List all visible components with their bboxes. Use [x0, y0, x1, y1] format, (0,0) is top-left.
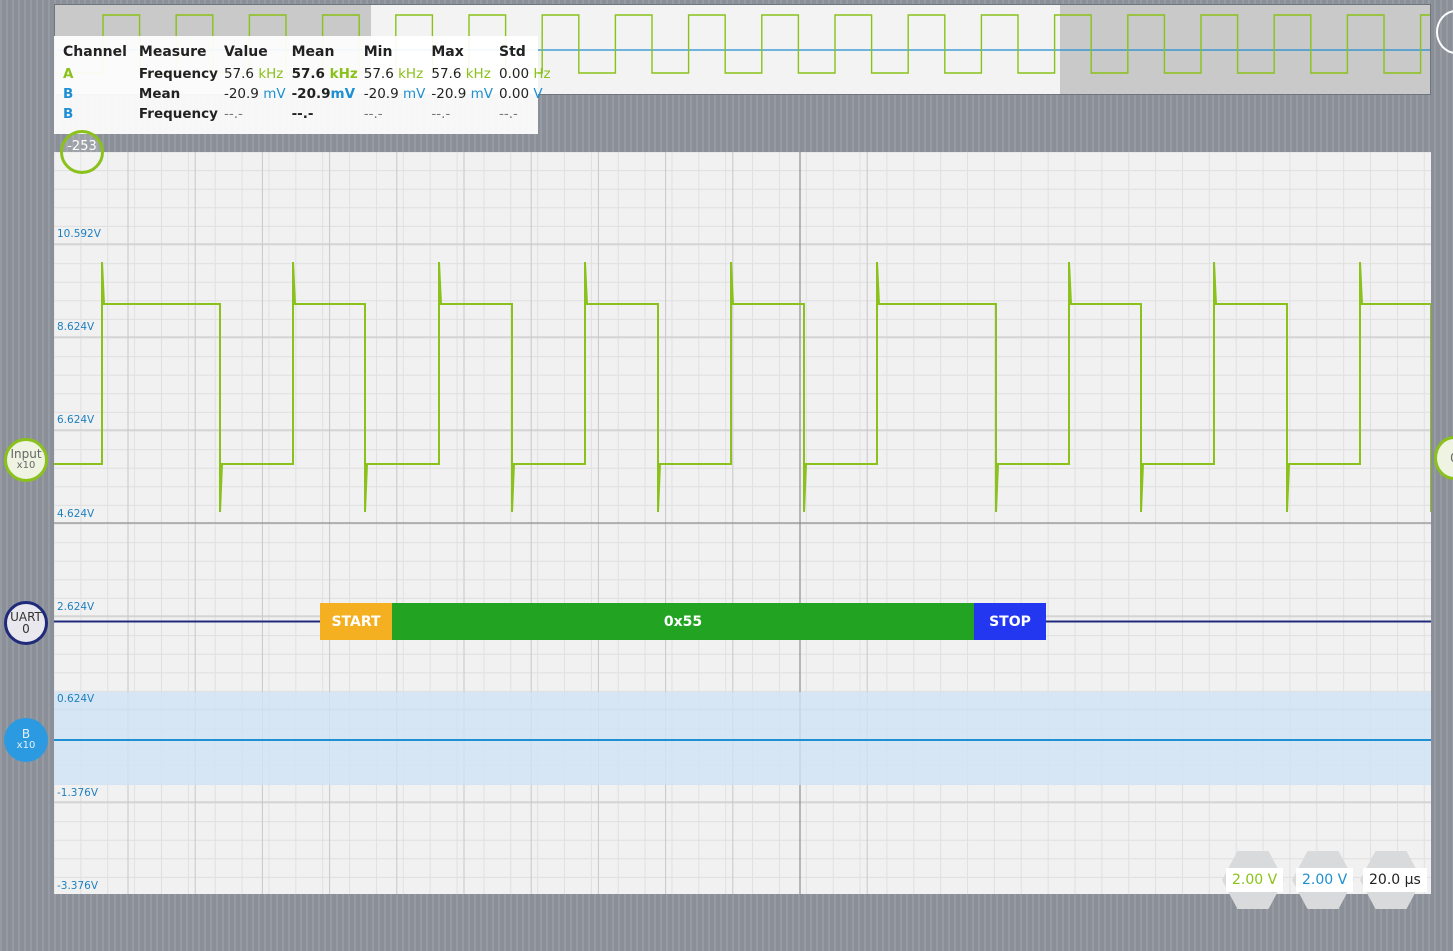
- channel-cell: B: [63, 86, 74, 102]
- voltage-label: 2.624V: [57, 601, 95, 613]
- measure-cell: Frequency: [138, 66, 218, 82]
- voltage-label: 4.624V: [57, 508, 95, 520]
- channel-a-marker[interactable]: Input x10: [4, 438, 48, 482]
- value-cell: --.-: [223, 106, 243, 122]
- voltage-label: 6.624V: [57, 414, 95, 426]
- channel-b-volts-per-div[interactable]: 2.00 V: [1296, 868, 1354, 892]
- uart-stop-segment[interactable]: STOP: [974, 603, 1046, 640]
- voltage-label: -3.376V: [57, 880, 99, 892]
- min-cell: 57.6 kHz: [363, 66, 424, 82]
- scope-plot-area[interactable]: [54, 152, 1431, 894]
- value-cell: -20.9 mV: [223, 86, 286, 102]
- min-cell: -20.9 mV: [363, 86, 426, 102]
- table-row[interactable]: B Mean -20.9 mV -20.9mV -20.9 mV -20.9 m…: [63, 84, 557, 104]
- channel-a-probe-scale: x10: [16, 460, 36, 471]
- col-header: Value: [223, 44, 268, 60]
- timebase-per-div[interactable]: 20.0 µs: [1363, 868, 1427, 892]
- channel-cell: A: [63, 66, 74, 82]
- trigger-position-marker[interactable]: -253: [60, 130, 104, 174]
- channel-a-label: Input: [10, 447, 42, 461]
- measure-cell: Mean: [138, 86, 181, 102]
- mean-cell: --.-: [291, 106, 314, 122]
- channel-cell: B: [63, 106, 74, 122]
- value-cell: 57.6 kHz: [223, 66, 284, 82]
- col-header: Max: [431, 44, 464, 60]
- voltage-label: 0.624V: [57, 693, 95, 705]
- max-cell: 57.6 kHz: [431, 66, 491, 82]
- col-header: Min: [363, 44, 393, 60]
- measurements-panel[interactable]: Channel Measure Value Mean Min Max Std A…: [54, 36, 551, 134]
- col-header: Std: [498, 44, 526, 60]
- voltage-label: 10.592V: [57, 228, 101, 240]
- std-cell: 0.00 Hz: [498, 66, 551, 82]
- col-header: Measure: [138, 44, 207, 60]
- uart-data-segment[interactable]: 0x55: [392, 603, 974, 640]
- mean-cell: -20.9mV: [291, 86, 356, 102]
- table-row[interactable]: B Frequency --.- --.- --.- --.- --.-: [63, 104, 557, 124]
- max-cell: -20.9 mV: [431, 86, 493, 102]
- uart-channel-label: UART 0: [10, 610, 42, 636]
- col-header: Mean: [291, 44, 335, 60]
- max-cell: --.-: [431, 106, 451, 122]
- uart-start-segment[interactable]: START: [320, 603, 392, 640]
- channel-b-label: B: [21, 727, 31, 741]
- voltage-label: 8.624V: [57, 321, 95, 333]
- measure-cell: Frequency: [138, 106, 218, 122]
- channel-b-range-band: [54, 692, 1431, 785]
- voltage-label: -1.376V: [57, 787, 99, 799]
- uart-channel-marker[interactable]: UART 0: [4, 601, 48, 645]
- min-cell: --.-: [363, 106, 383, 122]
- measurements-table: Channel Measure Value Mean Min Max Std A…: [63, 44, 557, 124]
- table-row[interactable]: A Frequency 57.6 kHz 57.6 kHz 57.6 kHz 5…: [63, 64, 557, 84]
- scope-grid: [54, 152, 1431, 894]
- col-header: Channel: [63, 44, 127, 60]
- trigger-offset-text: -253: [67, 139, 97, 154]
- channel-a-trace: [54, 261, 1431, 513]
- std-cell: --.-: [498, 106, 518, 122]
- channel-b-marker[interactable]: B x10: [4, 718, 48, 762]
- mean-cell: 57.6 kHz: [291, 66, 358, 82]
- channel-a-volts-per-div[interactable]: 2.00 V: [1226, 868, 1284, 892]
- std-cell: 0.00 V: [498, 86, 543, 102]
- channel-b-probe-scale: x10: [16, 740, 36, 751]
